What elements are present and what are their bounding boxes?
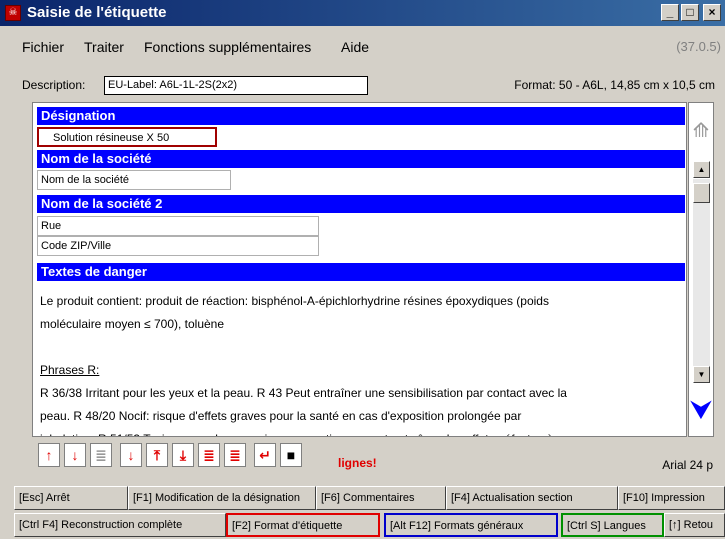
scroll-thumb[interactable] <box>693 183 710 203</box>
f2-button[interactable]: [F2] Format d'étiquette <box>226 513 380 537</box>
societe-field[interactable]: Nom de la société <box>37 170 231 190</box>
danger-line: inhalation. R 51/53 Toxique pour les org… <box>40 428 680 436</box>
maximize-button[interactable]: □ <box>681 4 699 21</box>
menu-bar: Fichier Traiter Fonctions supplémentaire… <box>0 37 725 59</box>
danger-line: Le produit contient: produit de réaction… <box>40 294 549 308</box>
f10-button[interactable]: [F10] Impression <box>618 486 725 510</box>
print-icon[interactable]: ■ <box>280 443 302 467</box>
move-top-icon[interactable]: ⤒ <box>146 443 168 467</box>
scroll-down-button[interactable]: ▼ <box>693 366 710 383</box>
danger-text[interactable]: Le produit contient: produit de réaction… <box>40 290 680 436</box>
move-up-icon[interactable]: ↑ <box>38 443 60 467</box>
rue-field[interactable]: Rue <box>37 216 319 236</box>
font-info: Arial 24 p <box>662 458 713 472</box>
f4-button[interactable]: [F4] Actualisation section <box>446 486 618 510</box>
scroll-top-icon[interactable]: ⟰ <box>691 111 711 151</box>
section-header-designation: Désignation <box>37 107 685 125</box>
scroll-up-button[interactable]: ▲ <box>693 161 710 178</box>
ctrl-s-button[interactable]: [Ctrl S] Langues <box>561 513 664 537</box>
format-info: Format: 50 - A6L, 14,85 cm x 10,5 cm <box>514 78 715 92</box>
section-header-societe2: Nom de la société 2 <box>37 195 685 213</box>
align-list-icon[interactable]: ≣ <box>90 443 112 467</box>
menu-traiter[interactable]: Traiter <box>84 39 124 55</box>
add-line-icon[interactable]: ≣ <box>198 443 220 467</box>
description-label: Description: <box>22 78 86 92</box>
menu-fichier[interactable]: Fichier <box>22 39 64 55</box>
danger-line: R 36/38 Irritant pour les yeux et la pea… <box>40 386 567 400</box>
retour-button[interactable]: [↑] Retou <box>664 513 725 537</box>
app-icon: ☠ <box>5 5 21 21</box>
label-editor[interactable]: Désignation Solution résineuse X 50 Nom … <box>32 102 687 437</box>
description-input[interactable]: EU-Label: A6L-1L-2S(2x2) <box>104 76 368 95</box>
ctrl-f4-button[interactable]: [Ctrl F4] Reconstruction complète <box>14 513 226 537</box>
section-header-danger: Textes de danger <box>37 263 685 281</box>
f1-button[interactable]: [F1] Modification de la désignation <box>128 486 316 510</box>
insert-below-icon[interactable]: ↓ <box>120 443 142 467</box>
alt-f12-button[interactable]: [Alt F12] Formats généraux <box>384 513 558 537</box>
f6-button[interactable]: [F6] Commentaires <box>316 486 446 510</box>
scroll-track[interactable] <box>693 179 710 377</box>
esc-button[interactable]: [Esc] Arrêt <box>14 486 128 510</box>
menu-aide[interactable]: Aide <box>341 39 369 55</box>
vertical-scrollbar[interactable]: ⟰ ▲ ▼ ⮟ <box>688 102 714 437</box>
phrases-heading: Phrases R: <box>40 363 100 377</box>
move-down-icon[interactable]: ↓ <box>64 443 86 467</box>
return-icon[interactable]: ↵ <box>254 443 276 467</box>
designation-field[interactable]: Solution résineuse X 50 <box>37 127 217 147</box>
danger-line: moléculaire moyen ≤ 700), toluène <box>40 317 225 331</box>
minimize-button[interactable]: _ <box>661 4 679 21</box>
window-title: Saisie de l'étiquette <box>27 4 167 21</box>
menu-fonctions[interactable]: Fonctions supplémentaires <box>144 39 311 55</box>
close-button[interactable]: × <box>703 4 721 21</box>
zip-field[interactable]: Code ZIP/Ville <box>37 236 319 256</box>
section-header-societe: Nom de la société <box>37 150 685 168</box>
lines-warning: lignes! <box>338 456 377 470</box>
danger-line: peau. R 48/20 Nocif: risque d'effets gra… <box>40 409 522 423</box>
remove-line-icon[interactable]: ≣ <box>224 443 246 467</box>
version-label: (37.0.5) <box>676 39 721 54</box>
move-bottom-icon[interactable]: ⤓ <box>172 443 194 467</box>
function-keys-row-1: [Esc] Arrêt [F1] Modification de la dési… <box>0 486 725 510</box>
scroll-bottom-icon[interactable]: ⮟ <box>691 393 711 429</box>
title-bar: ☠ Saisie de l'étiquette _ □ × <box>0 0 725 26</box>
function-keys-row-2: [Ctrl F4] Reconstruction complète [F2] F… <box>0 513 725 537</box>
